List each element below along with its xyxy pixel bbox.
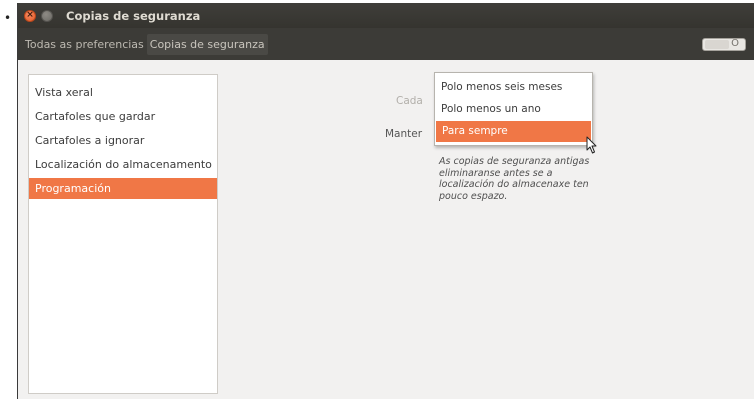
window-title: Copias de seguranza bbox=[66, 8, 201, 23]
header-toolbar: Todas as preferencias Copias de seguranz… bbox=[18, 28, 754, 60]
toggle-state-label: O bbox=[731, 38, 739, 49]
sidebar-item-folders-to-save[interactable]: Cartafoles que gardar bbox=[29, 106, 217, 127]
breadcrumb-backups[interactable]: Copias de seguranza bbox=[146, 33, 268, 55]
sidebar-item-overview[interactable]: Vista xeral bbox=[29, 82, 217, 103]
close-icon: × bbox=[26, 10, 34, 20]
window-close-button[interactable]: × bbox=[24, 9, 36, 22]
window-minimize-button[interactable] bbox=[41, 9, 53, 22]
breadcrumb-all-preferences[interactable]: Todas as preferencias bbox=[22, 34, 147, 55]
sidebar-item-storage-location[interactable]: Localización do almacenamento bbox=[29, 154, 217, 175]
toggle-knob bbox=[705, 40, 729, 49]
retention-note: As copias de seguranza antigas eliminara… bbox=[439, 156, 590, 202]
every-label: Cada bbox=[396, 95, 423, 107]
auto-backup-toggle[interactable]: O bbox=[702, 38, 746, 51]
mouse-pointer-icon bbox=[586, 136, 597, 154]
sidebar-item-folders-to-ignore[interactable]: Cartafoles a ignorar bbox=[29, 130, 217, 151]
main-content: Vista xeral Cartafoles que gardar Cartaf… bbox=[18, 60, 754, 399]
bullet-marker: • bbox=[4, 11, 12, 25]
backup-settings-window: × Copias de seguranza Todas as preferenc… bbox=[17, 3, 754, 399]
keep-option-six-months[interactable]: Polo menos seis meses bbox=[435, 77, 592, 98]
keep-label: Manter bbox=[385, 128, 423, 140]
keep-option-forever[interactable]: Para sempre bbox=[436, 121, 591, 142]
sidebar: Vista xeral Cartafoles que gardar Cartaf… bbox=[28, 74, 218, 394]
window-titlebar: × Copias de seguranza bbox=[18, 3, 754, 28]
keep-duration-dropdown[interactable]: Polo menos seis meses Polo menos un ano … bbox=[434, 72, 593, 146]
sidebar-item-scheduling[interactable]: Programación bbox=[29, 178, 217, 199]
keep-option-one-year[interactable]: Polo menos un ano bbox=[435, 99, 592, 120]
